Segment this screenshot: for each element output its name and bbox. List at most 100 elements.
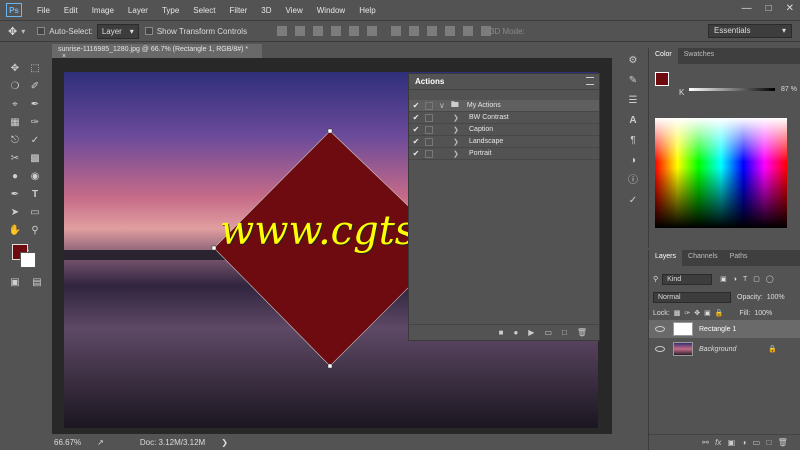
auto-select-checkbox[interactable] bbox=[37, 27, 46, 35]
align-left-icon[interactable] bbox=[331, 26, 342, 36]
menu-image[interactable]: Image bbox=[85, 6, 121, 15]
new-layer-icon[interactable]: □ bbox=[767, 438, 772, 447]
layer-row[interactable]: Rectangle 1 bbox=[649, 320, 800, 338]
action-item[interactable]: ✔ ❯ Caption bbox=[409, 124, 599, 136]
screen-mode-icon[interactable]: ▤ bbox=[30, 276, 44, 290]
toggle-check-icon[interactable]: ✔ bbox=[411, 101, 421, 110]
dialog-toggle-icon[interactable] bbox=[425, 149, 433, 158]
properties-icon[interactable]: ✓ bbox=[626, 194, 640, 208]
record-icon[interactable]: ● bbox=[513, 328, 518, 337]
opacity-value[interactable]: 100% bbox=[767, 294, 785, 301]
distribute-hcenter-icon[interactable] bbox=[463, 26, 474, 36]
tab-channels[interactable]: Channels bbox=[682, 250, 724, 266]
lock-icons[interactable]: ▩✑✥▣🔒 bbox=[674, 309, 728, 317]
chevron-right-icon[interactable]: ❯ bbox=[453, 126, 461, 134]
brush-tool-icon[interactable]: ✑ bbox=[28, 116, 42, 130]
visibility-eye-icon[interactable] bbox=[655, 346, 665, 352]
maximize-icon[interactable]: □ bbox=[766, 3, 772, 14]
info-icon[interactable]: ⓘ bbox=[626, 174, 640, 188]
menu-edit[interactable]: Edit bbox=[57, 6, 85, 15]
zoom-level[interactable]: 66.67% bbox=[54, 438, 81, 447]
tab-swatches[interactable]: Swatches bbox=[678, 48, 720, 64]
distribute-top-icon[interactable] bbox=[391, 26, 402, 36]
dialog-toggle-icon[interactable] bbox=[425, 125, 433, 134]
k-slider[interactable] bbox=[689, 88, 775, 91]
fx-icon[interactable]: fx bbox=[715, 438, 721, 447]
layer-row[interactable]: Background 🔒 bbox=[649, 340, 800, 358]
layer-filter-select[interactable]: Kind bbox=[662, 273, 713, 285]
show-transform-checkbox[interactable] bbox=[144, 27, 153, 35]
stop-icon[interactable]: ■ bbox=[499, 328, 504, 337]
menu-type[interactable]: Type bbox=[155, 6, 186, 15]
move-tool-icon[interactable]: ✥ bbox=[8, 25, 17, 38]
dialog-toggle-icon[interactable] bbox=[425, 113, 433, 122]
action-item[interactable]: ✔ ❯ BW Contrast bbox=[409, 112, 599, 124]
blur-tool-icon[interactable]: ● bbox=[8, 170, 22, 184]
chevron-right-icon[interactable]: ❯ bbox=[453, 150, 461, 158]
trash-icon[interactable]: 🗑 bbox=[577, 328, 587, 337]
toggle-check-icon[interactable]: ✔ bbox=[411, 125, 421, 134]
eraser-tool-icon[interactable]: ✂ bbox=[8, 152, 22, 166]
dialog-toggle-icon[interactable] bbox=[425, 137, 433, 146]
pen-tool-icon[interactable]: ✒ bbox=[8, 188, 22, 202]
adjustment-icon[interactable]: ◑ bbox=[742, 438, 747, 447]
minimize-icon[interactable]: — bbox=[742, 3, 752, 14]
workspace-switcher[interactable]: Essentials ▾ bbox=[708, 24, 792, 38]
tab-layers[interactable]: Layers bbox=[649, 250, 683, 266]
align-hcenter-icon[interactable] bbox=[349, 26, 360, 36]
close-icon[interactable]: ✕ bbox=[786, 3, 794, 14]
menu-view[interactable]: View bbox=[279, 6, 310, 15]
zoom-tool-icon[interactable]: ⚲ bbox=[28, 224, 42, 238]
marquee-tool-icon[interactable]: ⬚ bbox=[28, 62, 42, 76]
tab-paths[interactable]: Paths bbox=[724, 250, 754, 266]
move-tool-icon[interactable]: ✥ bbox=[8, 62, 22, 76]
action-item[interactable]: ✔ ❯ Landscape bbox=[409, 136, 599, 148]
menu-layer[interactable]: Layer bbox=[121, 6, 155, 15]
brush-settings-icon[interactable]: ✎ bbox=[626, 74, 640, 88]
auto-select-dropdown[interactable]: Layer ▾ bbox=[96, 23, 139, 39]
panel-menu-icon[interactable] bbox=[586, 77, 594, 85]
toggle-check-icon[interactable]: ✔ bbox=[411, 137, 421, 146]
play-icon[interactable]: ▶ bbox=[528, 328, 534, 337]
menu-select[interactable]: Select bbox=[186, 6, 222, 15]
rectangle-tool-icon[interactable]: ▭ bbox=[28, 206, 42, 220]
layer-name[interactable]: Rectangle 1 bbox=[699, 326, 736, 333]
chevron-right-icon[interactable]: ❯ bbox=[453, 138, 461, 146]
document-tab[interactable]: sunrise-1116985_1280.jpg @ 66.7% (Rectan… bbox=[52, 44, 262, 60]
lasso-tool-icon[interactable]: ❍ bbox=[8, 80, 22, 94]
action-item[interactable]: ✔ ❯ Portrait bbox=[409, 148, 599, 160]
chevron-down-icon[interactable]: ∨ bbox=[439, 101, 445, 110]
background-color-swatch[interactable] bbox=[20, 252, 36, 268]
color-spectrum[interactable] bbox=[655, 118, 787, 228]
dodge-tool-icon[interactable]: ◉ bbox=[28, 170, 42, 184]
blend-mode-select[interactable]: Normal bbox=[653, 291, 731, 303]
fill-value[interactable]: 100% bbox=[754, 310, 772, 317]
menu-file[interactable]: File bbox=[30, 6, 57, 15]
tab-color[interactable]: Color bbox=[649, 48, 678, 64]
history-brush-tool-icon[interactable]: ✓ bbox=[28, 134, 42, 148]
trash-icon[interactable]: 🗑 bbox=[778, 438, 788, 447]
align-top-icon[interactable] bbox=[277, 26, 288, 36]
k-value[interactable]: 87 % bbox=[781, 86, 797, 93]
chevron-right-icon[interactable]: ❯ bbox=[221, 438, 228, 447]
type-tool-icon[interactable]: T bbox=[28, 188, 42, 202]
quick-select-tool-icon[interactable]: ✐ bbox=[28, 80, 42, 94]
menu-filter[interactable]: Filter bbox=[223, 6, 255, 15]
distribute-vcenter-icon[interactable] bbox=[409, 26, 420, 36]
crop-tool-icon[interactable]: ⌖ bbox=[8, 98, 22, 112]
link-icon[interactable]: ⚯ bbox=[702, 438, 709, 447]
visibility-eye-icon[interactable] bbox=[655, 326, 665, 332]
filter-icons[interactable]: ▣◑T▢◯ bbox=[720, 275, 780, 283]
tool-preset-chevron-icon[interactable]: ▾ bbox=[21, 27, 25, 36]
new-set-folder-icon[interactable]: ▭ bbox=[544, 328, 552, 337]
menu-help[interactable]: Help bbox=[352, 6, 382, 15]
path-selection-tool-icon[interactable]: ➤ bbox=[8, 206, 22, 220]
character-icon[interactable]: A bbox=[626, 114, 640, 128]
history-icon[interactable]: ⚙ bbox=[626, 54, 640, 68]
align-right-icon[interactable] bbox=[367, 26, 378, 36]
mask-icon[interactable]: ▣ bbox=[728, 438, 736, 447]
quick-mask-icon[interactable]: ▣ bbox=[8, 276, 22, 290]
align-bottom-icon[interactable] bbox=[313, 26, 324, 36]
distribute-bottom-icon[interactable] bbox=[427, 26, 438, 36]
align-vcenter-icon[interactable] bbox=[295, 26, 306, 36]
